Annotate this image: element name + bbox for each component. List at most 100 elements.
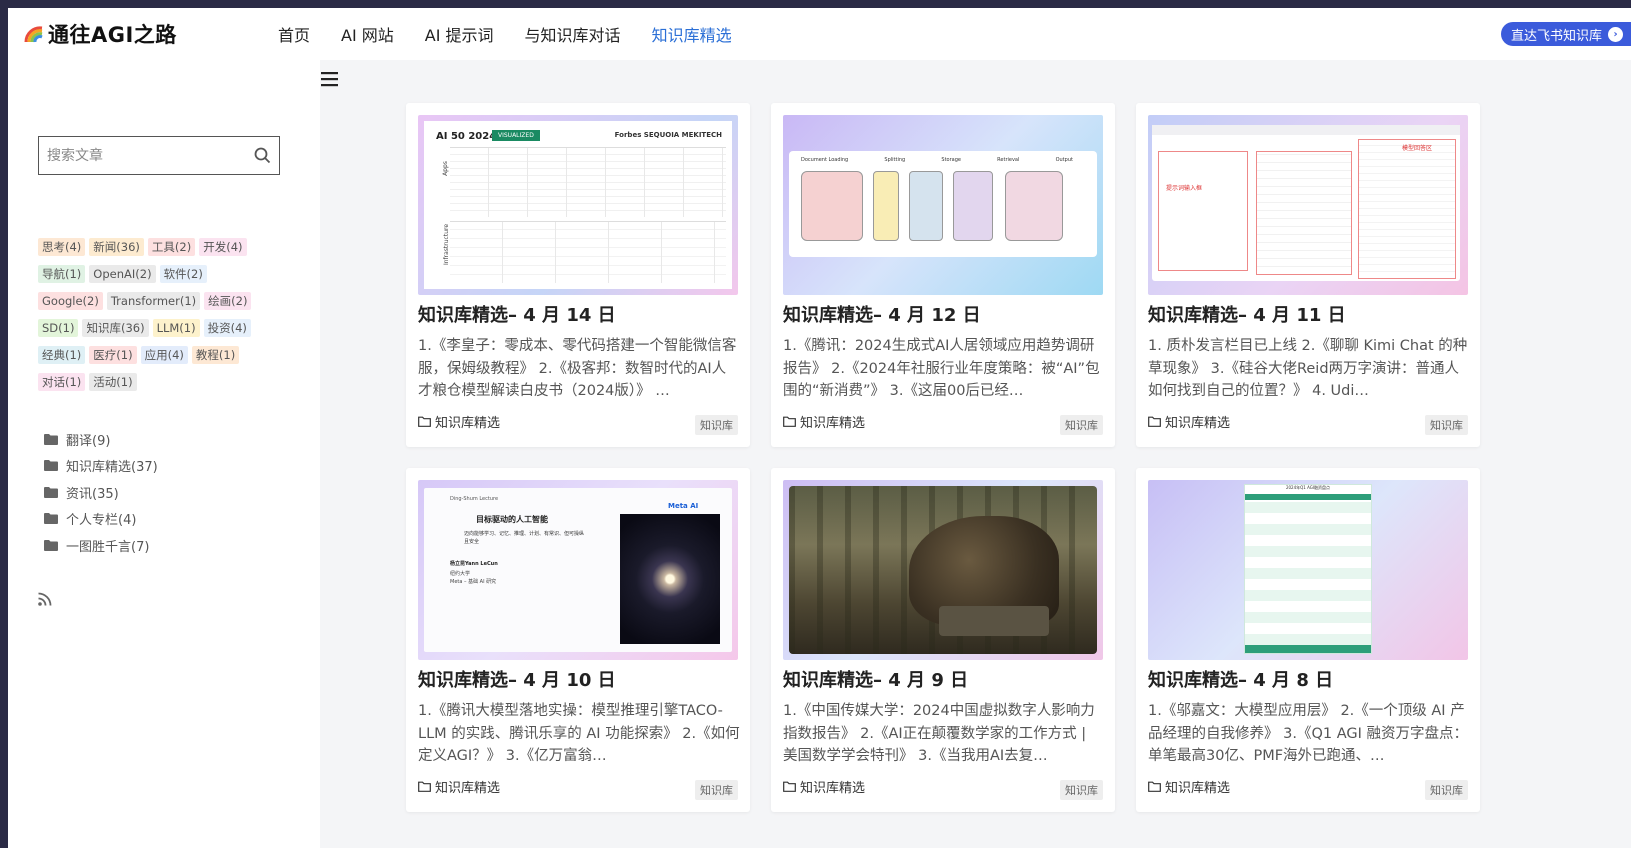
tag-chip[interactable]: 导航(1) <box>38 265 86 283</box>
category-item[interactable]: 一图胜千言(7) <box>44 532 158 559</box>
lecture-slide-thumbnail: Ding-Shum Lecture 目标驱动的人工智能 迈向能够学习、记忆、推理… <box>418 480 738 660</box>
folder-icon <box>44 486 58 498</box>
folder-icon <box>44 433 58 445</box>
post-category[interactable]: 知识库精选 <box>418 777 500 796</box>
category-item[interactable]: 个人专栏(4) <box>44 506 158 533</box>
tag-chip[interactable]: 对话(1) <box>38 373 86 391</box>
tag-chip[interactable]: 绘画(2) <box>204 292 252 310</box>
app-screenshot-thumbnail: 提示词输入框 模型回答区 <box>1148 115 1468 295</box>
category-list: 翻译(9) 知识库精选(37) 资讯(35) 个人专栏(4) 一图胜千言(7) <box>44 426 158 559</box>
post-tag[interactable]: 知识库 <box>695 780 738 800</box>
rss-icon[interactable] <box>36 590 54 608</box>
post-tag[interactable]: 知识库 <box>1060 415 1103 435</box>
tag-chip[interactable]: 医疗(1) <box>89 346 137 364</box>
post-title[interactable]: 知识库精选– 4 月 11 日 <box>1148 301 1468 327</box>
tag-chip[interactable]: SD(1) <box>38 319 79 337</box>
tag-chip[interactable]: Transformer(1) <box>106 292 201 310</box>
tag-chip[interactable]: 投资(4) <box>203 319 251 337</box>
thumb-lecture-org: 纽约大学 <box>450 571 471 577</box>
category-label: 翻译(9) <box>66 433 111 449</box>
post-category[interactable]: 知识库精选 <box>1148 412 1230 431</box>
nav-ai-prompts[interactable]: AI 提示词 <box>425 22 494 46</box>
post-excerpt: 1. 质朴发言栏目已上线 2.《聊聊 Kimi Chat 的种草现象》 3.《硅… <box>1148 338 1468 399</box>
folder-icon <box>418 416 431 427</box>
tag-cloud: 思考(4) 新闻(36) 工具(2) 开发(4) 导航(1) OpenAI(2) 软件(2)… <box>38 238 278 400</box>
ai50-chart-thumbnail: AI 50 2024 VISUALIZED Forbes SEQUOIA MEK… <box>418 115 738 295</box>
post-card[interactable]: Ding-Shum Lecture 目标驱动的人工智能 迈向能够学习、记忆、推理… <box>406 468 750 812</box>
post-category-label: 知识库精选 <box>800 781 866 796</box>
category-label: 资讯(35) <box>66 486 119 502</box>
site-name: 通往AGI之路 <box>48 23 177 47</box>
folder-icon <box>44 513 58 525</box>
post-category[interactable]: 知识库精选 <box>418 412 500 431</box>
rag-pipeline-diagram-thumbnail: Document Loading Splitting Storage Retri… <box>783 115 1103 295</box>
thumb-badge: VISUALIZED <box>492 130 540 141</box>
post-card[interactable]: 提示词输入框 模型回答区 知识库精选– 4 月 11 日 1. 质朴发言栏目已上… <box>1136 103 1480 447</box>
feishu-kb-button[interactable]: 直达飞书知识库 › <box>1500 22 1631 46</box>
tag-chip[interactable]: 工具(2) <box>147 238 196 256</box>
folder-icon <box>44 539 58 551</box>
post-title[interactable]: 知识库精选– 4 月 10 日 <box>418 666 738 692</box>
nav-chat-with-kb[interactable]: 与知识库对话 <box>525 22 621 46</box>
thumb-left-note: 提示词输入框 <box>1166 185 1203 192</box>
folder-icon <box>418 781 431 792</box>
thumb-brands: Forbes SEQUOIA MEKITECH <box>614 131 722 139</box>
post-category[interactable]: 知识库精选 <box>783 777 865 796</box>
thumb-lecture-org2: Meta – 基础 AI 研究 <box>450 579 497 585</box>
feishu-kb-label: 直达飞书知识库 <box>1510 28 1602 44</box>
site-logo[interactable]: 通往AGI之路 <box>24 19 254 49</box>
category-label: 知识库精选(37) <box>66 460 158 476</box>
search-icon[interactable] <box>245 147 279 164</box>
tag-chip[interactable]: 应用(4) <box>140 346 188 364</box>
post-tag[interactable]: 知识库 <box>1425 780 1468 800</box>
tag-chip[interactable]: 软件(2) <box>159 265 207 283</box>
post-card[interactable]: 2024年Q1 AGI融资盘点 知识库精选– 4 月 8 日 1.《邬嘉文：大模… <box>1136 468 1480 812</box>
hamburger-menu-icon[interactable] <box>320 70 340 88</box>
tag-chip[interactable]: Google(2) <box>38 292 103 310</box>
post-category[interactable]: 知识库精选 <box>1148 777 1230 796</box>
main-nav: 首页 AI 网站 AI 提示词 与知识库对话 知识库精选 <box>278 22 763 46</box>
dragon-forest-image-thumbnail <box>783 480 1103 660</box>
post-title[interactable]: 知识库精选– 4 月 9 日 <box>783 666 1103 692</box>
folder-icon <box>783 781 796 792</box>
tag-chip[interactable]: 开发(4) <box>199 238 247 256</box>
post-title[interactable]: 知识库精选– 4 月 8 日 <box>1148 666 1468 692</box>
thumb-lecture-author: 杨立昆Yann LeCun <box>450 561 498 567</box>
post-category-label: 知识库精选 <box>1165 781 1231 796</box>
post-excerpt: 1.《邬嘉文：大模型应用层》 2.《一个顶级 AI 产品经理的自我修养》 3.《… <box>1148 703 1468 764</box>
tag-chip[interactable]: 经典(1) <box>38 346 86 364</box>
post-category-label: 知识库精选 <box>435 781 501 796</box>
thumb-step: Output <box>1055 157 1073 163</box>
post-card[interactable]: 知识库精选– 4 月 9 日 1.《中国传媒大学：2024中国虚拟数字人影响力指… <box>771 468 1115 812</box>
post-tag[interactable]: 知识库 <box>695 415 738 435</box>
thumb-row-infra: Infrastructure <box>443 223 451 266</box>
tag-chip[interactable]: 思考(4) <box>38 238 86 256</box>
nav-ai-sites[interactable]: AI 网站 <box>341 22 394 46</box>
post-title[interactable]: 知识库精选– 4 月 12 日 <box>783 301 1103 327</box>
thumb-lecture-header: Ding-Shum Lecture <box>450 496 499 502</box>
tag-chip[interactable]: LLM(1) <box>152 319 200 337</box>
nav-kb-picks[interactable]: 知识库精选 <box>652 22 732 46</box>
tag-chip[interactable]: OpenAI(2) <box>89 265 156 283</box>
post-category-label: 知识库精选 <box>435 416 501 431</box>
post-title[interactable]: 知识库精选– 4 月 14 日 <box>418 301 738 327</box>
post-card[interactable]: AI 50 2024 VISUALIZED Forbes SEQUOIA MEK… <box>406 103 750 447</box>
folder-icon <box>783 416 796 427</box>
post-tag[interactable]: 知识库 <box>1425 415 1468 435</box>
post-category[interactable]: 知识库精选 <box>783 412 865 431</box>
thumb-table-heading: 2024年Q1 AGI融资盘点 <box>1285 485 1331 490</box>
category-item[interactable]: 资讯(35) <box>44 479 158 506</box>
nav-home[interactable]: 首页 <box>278 22 310 46</box>
arrow-right-circle-icon: › <box>1608 26 1623 42</box>
category-item[interactable]: 翻译(9) <box>44 426 158 453</box>
category-item[interactable]: 知识库精选(37) <box>44 453 158 480</box>
search-input[interactable] <box>39 137 245 174</box>
thumb-step: Storage <box>941 157 961 163</box>
post-card[interactable]: Document Loading Splitting Storage Retri… <box>771 103 1115 447</box>
tag-chip[interactable]: 新闻(36) <box>89 238 144 256</box>
tag-chip[interactable]: 知识库(36) <box>82 319 149 337</box>
tag-chip[interactable]: 活动(1) <box>89 373 137 391</box>
post-excerpt: 1.《腾讯大模型落地实操：模型推理引擎TACO-LLM 的实践、腾讯乐享的 AI… <box>418 703 740 764</box>
tag-chip[interactable]: 教程(1) <box>191 346 240 364</box>
post-tag[interactable]: 知识库 <box>1060 780 1103 800</box>
